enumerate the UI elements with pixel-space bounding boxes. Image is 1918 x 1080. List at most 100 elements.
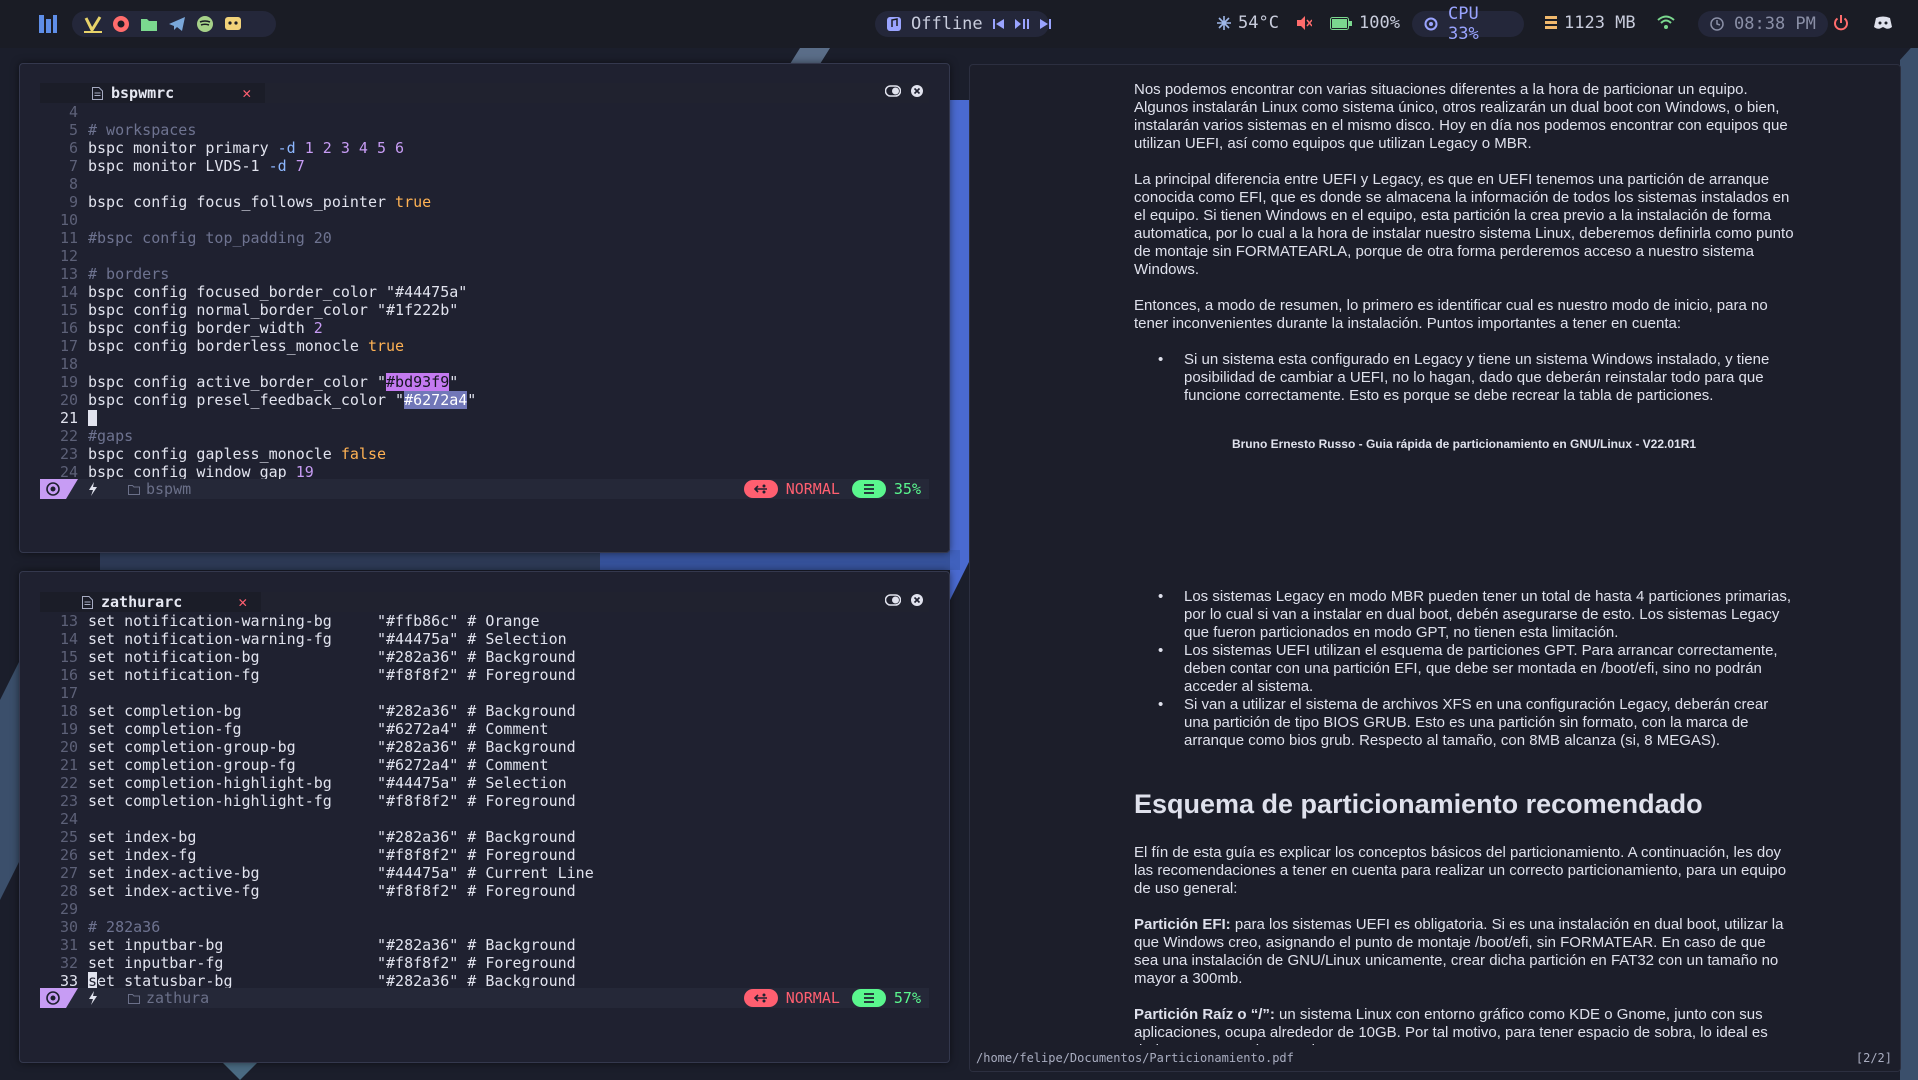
folder-icon	[128, 484, 140, 495]
battery-value: 100%	[1359, 13, 1400, 33]
line-number: 20	[59, 391, 78, 409]
line-text: bspc monitor primary -d 1 2 3 4 5 6	[88, 139, 405, 157]
position-icon	[851, 989, 886, 1007]
volume-muted-icon[interactable]	[1297, 16, 1312, 30]
line-text: bspc config focus_follows_pointer true	[88, 193, 432, 211]
editor-window-bspwmrc: bspwmrc ✕ 4 5 # workspaces 6 bspc monitor pr…	[19, 63, 950, 553]
line-text: set notification-fg "#f8f8f2" # Foregrou…	[88, 666, 576, 684]
code-line: 12	[40, 247, 929, 265]
music-note-icon	[887, 17, 901, 31]
line-number: 21	[59, 756, 78, 774]
wifi-icon[interactable]	[1657, 15, 1675, 30]
code-line: 13 set notification-warning-bg "#ffb86c" …	[40, 612, 929, 630]
line-number: 18	[59, 702, 78, 720]
code-area[interactable]: 13 set notification-warning-bg "#ffb86c" …	[40, 612, 929, 990]
window-buttons	[885, 594, 923, 606]
discord-tray-icon[interactable]	[1874, 16, 1892, 30]
line-text: bspc config borderless_monocle true	[88, 337, 405, 355]
line-number: 23	[59, 792, 78, 810]
line-number: 27	[59, 864, 78, 882]
scroll-percent: 57%	[893, 989, 921, 1007]
line-number: 18	[59, 355, 78, 373]
tab-zathurarc[interactable]: zathurarc ✕	[40, 592, 262, 612]
pdf-heading: Esquema de particionamiento recomendado	[1134, 789, 1703, 819]
line-number: 20	[59, 738, 78, 756]
window-close-icon[interactable]	[911, 594, 923, 606]
line-text: bspc config active_border_color "#bd93f9…	[88, 373, 459, 391]
pdf-paragraph: El fín de esta guía es explicar los conc…	[1134, 844, 1787, 897]
mode-label: NORMAL	[785, 989, 840, 1007]
code-line: 14 bspc config focused_border_color "#444…	[40, 283, 929, 301]
code-line: 29	[40, 900, 929, 918]
cpu-value: CPU 33%	[1448, 4, 1479, 44]
memory-icon	[1545, 16, 1557, 30]
next-track-icon[interactable]	[1039, 18, 1051, 30]
code-line: 9 bspc config focus_follows_pointer true	[40, 193, 929, 211]
play-pause-icon[interactable]	[1014, 18, 1029, 30]
tab-close-icon[interactable]: ✕	[242, 84, 251, 102]
line-text: # borders	[88, 265, 170, 283]
clock-pill: 08:38 PM	[1698, 11, 1828, 37]
tab-close-icon[interactable]: ✕	[238, 593, 247, 611]
code-area[interactable]: 4 5 # workspaces 6 bspc monitor primary -d 1…	[40, 103, 929, 481]
line-text: #bspc config top_padding 20	[88, 229, 332, 247]
line-number: 28	[59, 882, 78, 900]
code-line: 10	[40, 211, 929, 229]
toggle-icon[interactable]	[885, 85, 901, 97]
discord-icon[interactable]	[224, 15, 242, 33]
line-number: 32	[59, 954, 78, 972]
line-text: bspc config border_width 2	[88, 319, 323, 337]
folder-icon[interactable]	[140, 16, 158, 32]
line-number: 21	[59, 409, 78, 427]
line-number: 22	[59, 774, 78, 792]
line-number: 7	[68, 157, 78, 175]
line-text: bspc config normal_border_color "#1f222b…	[88, 301, 459, 319]
line-number: 13	[59, 612, 78, 630]
telegram-icon[interactable]	[168, 16, 186, 32]
line-text: # 282a36	[88, 918, 161, 936]
media-pill: Offline	[875, 11, 1051, 37]
line-number: 24	[59, 810, 78, 828]
previous-track-icon[interactable]	[992, 18, 1005, 30]
line-number: 17	[59, 337, 78, 355]
line-text: set index-bg "#282a36" # Background	[88, 828, 576, 846]
line-text: bspc monitor LVDS-1 -d 7	[88, 157, 305, 175]
browser-icon[interactable]	[112, 15, 130, 33]
git-icon	[743, 989, 778, 1007]
tab-bspwmrc[interactable]: bspwmrc ✕	[40, 83, 266, 103]
pdf-viewer[interactable]: Nos podemos encontrar con varias situaci…	[969, 64, 1901, 1072]
line-number: 19	[59, 720, 78, 738]
folder-icon	[128, 993, 140, 1004]
temperature-value: 54°C	[1238, 13, 1279, 33]
spotify-icon[interactable]	[196, 15, 214, 33]
directory-indicator: zathura	[128, 989, 209, 1007]
code-line: 6 bspc monitor primary -d 1 2 3 4 5 6	[40, 139, 929, 157]
vim-icon[interactable]	[84, 15, 102, 33]
pdf-term: Partición Raíz o “/”:	[1134, 1006, 1275, 1023]
status-right: NORMAL 57%	[743, 988, 921, 1008]
code-line: 16 bspc config border_width 2	[40, 319, 929, 337]
line-number: 31	[59, 936, 78, 954]
window-close-icon[interactable]	[911, 85, 923, 97]
pdf-page-indicator: [2/2]	[1855, 1051, 1892, 1065]
code-line: 5 # workspaces	[40, 121, 929, 139]
editor-window-zathurarc: zathurarc ✕ 13 set notification-warning-b…	[19, 571, 950, 1063]
power-icon[interactable]	[1833, 15, 1849, 31]
pdf-file-path: /home/felipe/Documentos/Particionamiento…	[976, 1051, 1294, 1065]
line-text: bspc config gapless_monocle false	[88, 445, 387, 463]
temperature-icon	[1217, 16, 1231, 30]
line-text: set completion-highlight-bg "#44475a" # …	[88, 774, 567, 792]
tab-label: bspwmrc	[111, 84, 175, 102]
file-icon	[92, 86, 103, 100]
workspace-grid-icon[interactable]	[39, 15, 57, 33]
line-number: 15	[59, 648, 78, 666]
line-number: 23	[59, 445, 78, 463]
line-text: set completion-highlight-fg "#f8f8f2" # …	[88, 792, 576, 810]
line-text: bspc config focused_border_color "#44475…	[88, 283, 468, 301]
line-number: 14	[59, 630, 78, 648]
git-icon	[743, 480, 778, 498]
code-line: 28 set index-active-fg "#f8f8f2" # Foregr…	[40, 882, 929, 900]
mode-label: NORMAL	[785, 480, 840, 498]
top-bar: Offline 54°C 100% CPU 33% 1123 MB 08:38 …	[0, 0, 1918, 48]
toggle-icon[interactable]	[885, 594, 901, 606]
